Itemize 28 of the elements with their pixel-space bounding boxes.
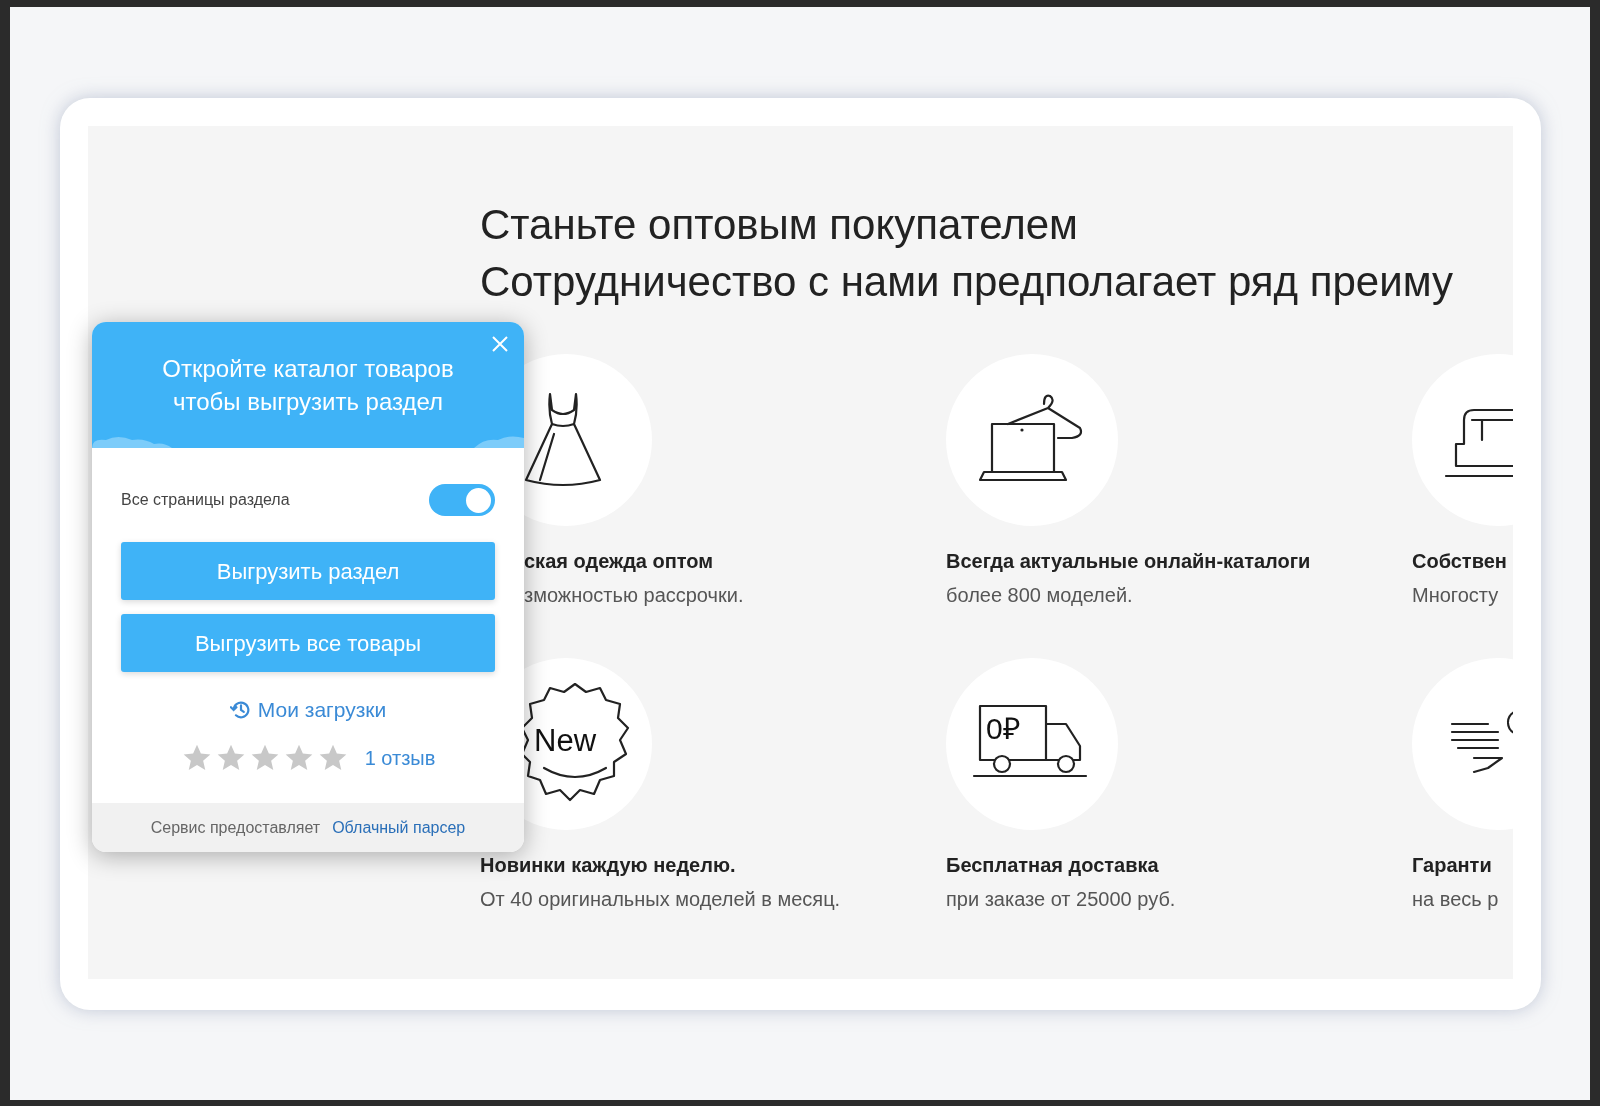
feature-subtitle: зможностью рассрочки. [524,583,745,608]
price-label: 0₽ [986,712,1020,746]
export-button[interactable]: Выгрузить все товары [121,614,495,672]
reviews-link[interactable]: 1 отзыв [364,742,436,773]
feature-title: Новинки каждую неделю. [480,853,737,878]
export-button[interactable]: Выгрузить раздел [121,542,495,600]
feature-title: Бесплатная доставка [946,853,1160,878]
page-heading: Станьте оптовым покупателем [480,200,1079,250]
feature-title: Собствен [1412,549,1508,574]
toggle-switch[interactable] [429,484,495,516]
downloads-link[interactable]: Мои загрузки [229,694,387,726]
footer-link[interactable]: Облачный парсер [332,815,466,840]
feature-subtitle: при заказе от 25000 руб. [946,887,1177,912]
toggle-label: Все страницы раздела [121,490,290,510]
close-icon [491,335,509,353]
feature-subtitle: более 800 моделей. [946,583,1134,608]
feature-title: ская одежда оптом [524,549,715,574]
feature-subtitle: От 40 оригинальных моделей в месяц. [480,887,842,912]
cloud-icon [92,434,172,448]
feature-title: Всегда актуальные онлайн-каталоги [946,549,1312,574]
popup-title: Откройте каталог товаров чтобы выгрузить раздел [161,354,455,417]
badge-text: New [534,722,596,760]
cloud-icon [474,434,524,448]
page-heading: Сотрудничество с нами предполагает ряд преиму [480,257,1454,307]
feature-subtitle: на весь р [1412,887,1500,912]
footer-text: Сервис предоставляет [150,817,321,838]
feature-subtitle: Многосту [1412,583,1500,608]
feature-title: Гаранти [1412,853,1493,878]
